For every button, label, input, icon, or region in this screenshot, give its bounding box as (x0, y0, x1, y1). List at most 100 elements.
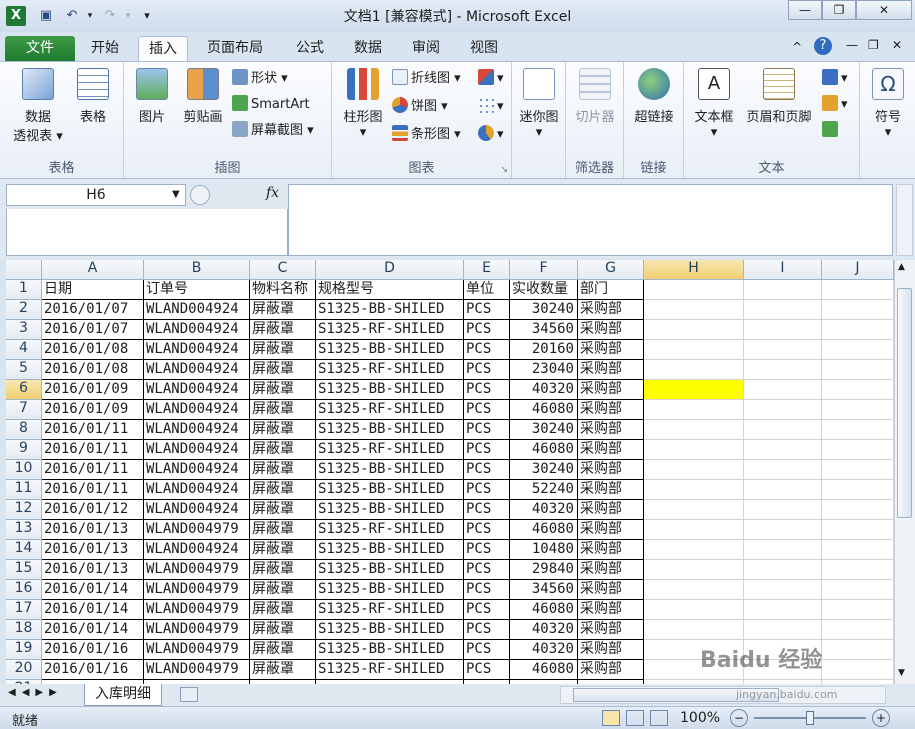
data-cell[interactable]: S1325-RF-SHILED (316, 520, 464, 540)
data-cell[interactable]: 屏蔽罩 (250, 360, 316, 380)
data-cell[interactable]: PCS (464, 300, 510, 320)
data-cell[interactable]: 屏蔽罩 (250, 460, 316, 480)
column-header[interactable]: D (316, 260, 464, 280)
data-cell[interactable]: S1325-BB-SHILED (316, 500, 464, 520)
data-cell[interactable]: 2016/01/14 (42, 600, 144, 620)
data-cell[interactable]: 采购部 (578, 300, 644, 320)
data-cell[interactable]: WLAND004979 (144, 520, 250, 540)
data-cell[interactable]: PCS (464, 500, 510, 520)
cell[interactable] (644, 520, 744, 540)
cell[interactable] (744, 280, 822, 300)
row-header[interactable]: 20 (6, 660, 42, 680)
insert-sheet-icon[interactable] (180, 687, 198, 702)
data-cell[interactable]: 46080 (510, 660, 578, 680)
scatter-chart-button[interactable]: ▾ (478, 96, 504, 118)
cell[interactable] (644, 500, 744, 520)
data-cell[interactable]: S1325-RF-SHILED (316, 440, 464, 460)
tab-formulas[interactable]: 公式 (286, 36, 334, 62)
row-header[interactable]: 14 (6, 540, 42, 560)
cell[interactable] (822, 440, 894, 460)
column-header[interactable]: H (644, 260, 744, 280)
cell[interactable] (744, 420, 822, 440)
tab-data[interactable]: 数据 (344, 36, 392, 62)
data-cell[interactable]: 20160 (510, 340, 578, 360)
data-cell[interactable]: 2016/01/12 (42, 500, 144, 520)
data-cell[interactable]: 2016/01/11 (42, 420, 144, 440)
data-cell[interactable]: WLAND004979 (144, 620, 250, 640)
row-header[interactable]: 4 (6, 340, 42, 360)
signature-button[interactable]: ▾ (822, 94, 848, 116)
header-footer-button[interactable]: 页眉和页脚 (740, 68, 818, 125)
data-cell[interactable]: 2016/01/07 (42, 320, 144, 340)
cell[interactable] (744, 440, 822, 460)
data-cell[interactable]: WLAND004924 (144, 440, 250, 460)
cell[interactable] (644, 300, 744, 320)
data-cell[interactable]: 2016/01/16 (42, 660, 144, 680)
data-cell[interactable]: PCS (464, 520, 510, 540)
cell[interactable] (744, 320, 822, 340)
data-cell[interactable]: 2016/01/09 (42, 380, 144, 400)
zoom-in-icon[interactable]: + (872, 709, 890, 727)
data-cell[interactable]: 采购部 (578, 340, 644, 360)
data-cell[interactable]: WLAND004924 (144, 420, 250, 440)
row-header[interactable]: 5 (6, 360, 42, 380)
shapes-button[interactable]: 形状 ▾ (232, 68, 288, 90)
cell[interactable] (822, 320, 894, 340)
data-cell[interactable]: 2016/01/13 (42, 520, 144, 540)
symbol-button[interactable]: Ω 符号 ▾ (866, 68, 910, 140)
data-cell[interactable]: WLAND004979 (144, 600, 250, 620)
data-cell[interactable]: 46080 (510, 600, 578, 620)
data-cell[interactable]: WLAND004924 (144, 500, 250, 520)
data-cell[interactable]: 屏蔽罩 (250, 520, 316, 540)
clipart-button[interactable]: 剪贴画 (176, 68, 230, 125)
cell[interactable] (822, 300, 894, 320)
select-all-corner[interactable] (6, 260, 42, 280)
data-cell[interactable]: 46080 (510, 400, 578, 420)
row-header[interactable]: 3 (6, 320, 42, 340)
data-cell[interactable]: 2016/01/14 (42, 580, 144, 600)
cell[interactable] (822, 400, 894, 420)
close-button[interactable]: ✕ (856, 0, 912, 20)
sheet-tab-inbound[interactable]: 入库明细 (84, 684, 162, 706)
page-layout-view-icon[interactable] (626, 710, 644, 726)
row-header[interactable]: 1 (6, 280, 42, 300)
row-header[interactable]: 17 (6, 600, 42, 620)
data-cell[interactable]: 采购部 (578, 580, 644, 600)
vertical-scroll-thumb[interactable] (897, 288, 912, 518)
cell[interactable] (744, 620, 822, 640)
column-header[interactable]: E (464, 260, 510, 280)
data-cell[interactable]: WLAND004979 (144, 560, 250, 580)
scroll-down-icon[interactable]: ▼ (898, 668, 905, 678)
data-cell[interactable]: 2016/01/16 (42, 640, 144, 660)
smartart-button[interactable]: SmartArt (232, 94, 310, 116)
data-cell[interactable]: 屏蔽罩 (250, 340, 316, 360)
header-cell[interactable]: 订单号 (144, 280, 250, 300)
data-cell[interactable]: 采购部 (578, 420, 644, 440)
data-cell[interactable]: 采购部 (578, 520, 644, 540)
data-cell[interactable]: PCS (464, 320, 510, 340)
selected-cell-h6[interactable] (644, 380, 744, 400)
data-cell[interactable]: 40320 (510, 620, 578, 640)
data-cell[interactable]: PCS (464, 400, 510, 420)
data-cell[interactable]: 52240 (510, 480, 578, 500)
row-header[interactable]: 12 (6, 500, 42, 520)
cell[interactable] (744, 340, 822, 360)
data-cell[interactable]: 屏蔽罩 (250, 560, 316, 580)
data-cell[interactable]: S1325-BB-SHILED (316, 560, 464, 580)
data-cell[interactable]: S1325-BB-SHILED (316, 480, 464, 500)
scroll-up-icon[interactable]: ▲ (898, 262, 905, 272)
table-button[interactable]: 表格 (70, 68, 116, 125)
data-cell[interactable]: S1325-BB-SHILED (316, 620, 464, 640)
cell[interactable] (822, 600, 894, 620)
data-cell[interactable]: 屏蔽罩 (250, 620, 316, 640)
row-header[interactable]: 15 (6, 560, 42, 580)
tab-home[interactable]: 开始 (81, 36, 129, 62)
data-cell[interactable]: 屏蔽罩 (250, 420, 316, 440)
data-cell[interactable]: WLAND004924 (144, 340, 250, 360)
cell[interactable] (744, 300, 822, 320)
data-cell[interactable]: 40320 (510, 640, 578, 660)
cell[interactable] (644, 420, 744, 440)
data-cell[interactable]: 采购部 (578, 440, 644, 460)
cell[interactable] (644, 460, 744, 480)
cell[interactable] (744, 480, 822, 500)
